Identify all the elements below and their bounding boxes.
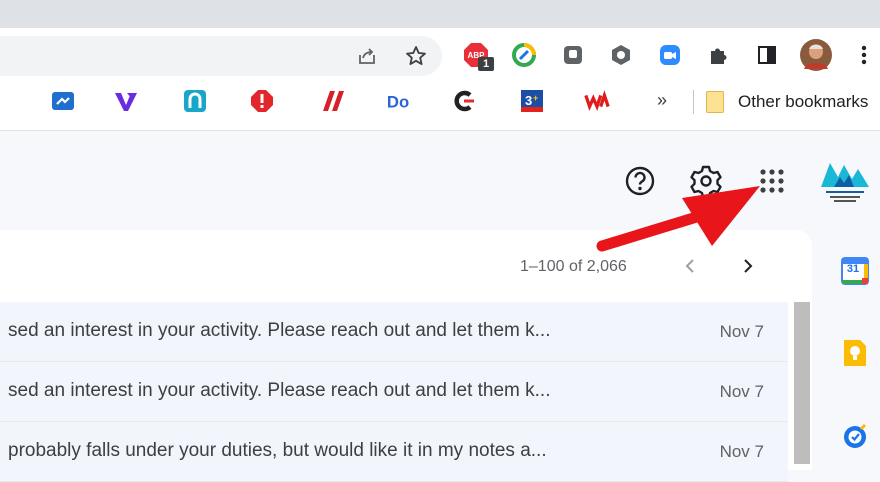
folder-icon — [706, 91, 724, 113]
email-snippet: sed an interest in your activity. Please… — [8, 320, 551, 341]
organization-logo[interactable] — [818, 155, 872, 207]
tasks-icon[interactable] — [838, 420, 872, 454]
email-row[interactable]: sed an interest in your activity. Please… — [0, 362, 788, 422]
extension-hex-icon[interactable] — [607, 41, 635, 69]
calendar-icon[interactable]: 31 — [838, 254, 872, 288]
chrome-divider — [0, 130, 880, 131]
bookmarks-overflow-button[interactable]: » — [657, 90, 667, 111]
share-icon[interactable] — [352, 41, 382, 71]
email-date: Nov 7 — [719, 382, 764, 401]
other-bookmarks-button[interactable]: Other bookmarks — [706, 90, 868, 114]
bookmarks-separator — [693, 90, 694, 114]
zoom-extension-icon[interactable] — [656, 41, 684, 69]
tab-strip — [0, 0, 880, 28]
color-picker-extension-icon[interactable] — [510, 41, 538, 69]
extension-badge: 1 — [478, 57, 494, 71]
bookmark-1-icon[interactable] — [50, 88, 76, 114]
bookmark-8-icon[interactable]: 3 + — [519, 88, 545, 114]
keep-notes-icon[interactable] — [838, 336, 872, 370]
email-snippet: probably falls under your duties, but wo… — [8, 440, 547, 461]
svg-text:+: + — [533, 93, 538, 103]
bookmark-star-icon[interactable] — [401, 41, 431, 71]
calendar-day: 31 — [846, 263, 860, 275]
bookmark-2-icon[interactable] — [113, 88, 139, 114]
bookmark-3-icon[interactable] — [182, 88, 208, 114]
email-row[interactable]: probably falls under your duties, but wo… — [0, 422, 788, 482]
bookmark-6-icon[interactable]: Do — [386, 88, 412, 114]
extensions-puzzle-icon[interactable] — [704, 41, 732, 69]
annotation-arrow — [596, 186, 760, 252]
browser-menu-icon[interactable] — [850, 41, 878, 69]
pagination-range: 1–100 of 2,066 — [520, 258, 627, 275]
email-snippet: sed an interest in your activity. Please… — [8, 380, 551, 401]
svg-text:3: 3 — [525, 93, 532, 108]
extension-square-icon[interactable] — [559, 41, 587, 69]
bookmark-7-icon[interactable] — [452, 88, 478, 114]
side-panel-icon[interactable] — [753, 41, 781, 69]
bookmark-9-icon[interactable] — [584, 88, 610, 114]
email-date: Nov 7 — [719, 442, 764, 461]
adblock-extension-icon[interactable]: ABP 1 — [462, 41, 494, 71]
bookmark-5-icon[interactable] — [320, 88, 346, 114]
email-date: Nov 7 — [719, 322, 764, 341]
svg-text:Do: Do — [387, 93, 409, 112]
mail-list-scrollbar[interactable] — [794, 302, 810, 464]
profile-avatar[interactable] — [800, 39, 832, 71]
email-row[interactable]: sed an interest in your activity. Please… — [0, 302, 788, 362]
bookmark-4-icon[interactable] — [249, 88, 275, 114]
other-bookmarks-label: Other bookmarks — [738, 92, 869, 111]
